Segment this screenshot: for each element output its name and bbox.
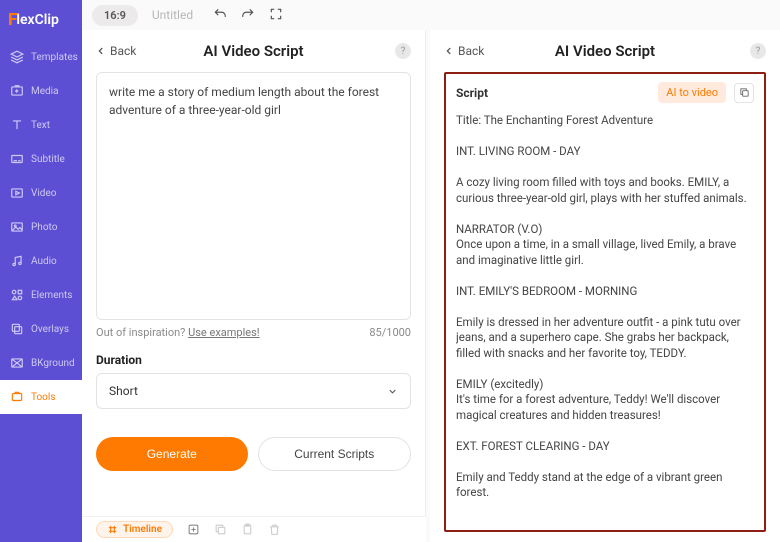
timeline-icon [107,524,118,535]
sidebar-item-label: Text [31,120,50,131]
duplicate-icon [214,523,227,536]
sidebar-item-label: Elements [31,290,72,301]
clipboard-icon [241,523,254,536]
add-scene-button[interactable] [187,523,200,536]
sidebar-item-photo[interactable]: Photo [0,210,82,244]
plus-box-icon [187,523,200,536]
timeline-button[interactable]: Timeline [96,521,173,538]
templates-icon [10,50,24,64]
back-button-right[interactable]: Back [444,44,484,58]
document-title[interactable]: Untitled [152,8,193,22]
tools-icon [10,390,24,404]
duration-value: Short [109,384,138,398]
help-button-right[interactable]: ? [750,43,766,59]
fullscreen-button[interactable] [269,7,283,24]
paste-button[interactable] [241,523,254,536]
redo-icon [241,7,255,21]
panel-title-right: AI Video Script [555,42,655,60]
delete-button[interactable] [268,523,281,536]
sidebar-item-audio[interactable]: Audio [0,244,82,278]
elements-icon [10,288,24,302]
redo-button[interactable] [241,7,255,24]
app-logo: FlexClip [0,4,82,40]
undo-button[interactable] [213,7,227,24]
sidebar-item-label: Audio [31,256,57,267]
ai-to-video-button[interactable]: AI to video [658,82,726,103]
sidebar-item-label: BKground [31,358,75,369]
sidebar-item-subtitle[interactable]: Subtitle [0,142,82,176]
back-label: Back [458,44,484,58]
media-icon [10,84,24,98]
sidebar-item-label: Photo [31,222,57,233]
panel-title-left: AI Video Script [203,42,303,60]
char-counter: 85/1000 [369,326,411,339]
chevron-left-icon [444,46,454,56]
inspiration-text: Out of inspiration? Use examples! [96,326,260,339]
sidebar-item-elements[interactable]: Elements [0,278,82,312]
timeline-label: Timeline [123,524,162,535]
sidebar-item-label: Subtitle [31,154,65,165]
back-label: Back [110,44,136,58]
video-icon [10,186,24,200]
sidebar-item-tools[interactable]: Tools [0,380,82,414]
sidebar-item-label: Overlays [31,324,69,335]
photo-icon [10,220,24,234]
subtitle-icon [10,152,24,166]
sidebar-item-templates[interactable]: Templates [0,40,82,74]
back-button-left[interactable]: Back [96,44,136,58]
sidebar-item-label: Video [31,188,56,199]
chevron-left-icon [96,46,106,56]
use-examples-link[interactable]: Use examples! [188,326,260,339]
current-scripts-button[interactable]: Current Scripts [258,437,412,471]
sidebar-item-overlays[interactable]: Overlays [0,312,82,346]
duration-select[interactable]: Short [96,373,411,409]
background-icon [10,356,24,370]
sidebar-item-text[interactable]: Text [0,108,82,142]
aspect-ratio-pill[interactable]: 16:9 [92,5,138,26]
sidebar-item-video[interactable]: Video [0,176,82,210]
overlays-icon [10,322,24,336]
logo-rest: lexClip [16,12,59,28]
copy-button[interactable] [734,83,754,103]
script-output: Script AI to video Title: The Enchanting… [444,72,766,532]
sidebar-item-label: Tools [31,392,55,403]
help-button-left[interactable]: ? [395,43,411,59]
fullscreen-icon [269,7,283,21]
sidebar: FlexClip Templates Media Text Subtitle V… [0,0,82,542]
trash-icon [268,523,281,536]
duplicate-button[interactable] [214,523,227,536]
generate-button[interactable]: Generate [96,437,248,471]
audio-icon [10,254,24,268]
bottom-strip: Timeline [82,516,426,542]
text-icon [10,118,24,132]
sidebar-item-media[interactable]: Media [0,74,82,108]
copy-icon [739,87,750,98]
chevron-down-icon [387,386,398,397]
duration-label: Duration [96,353,411,367]
sidebar-item-bkground[interactable]: BKground [0,346,82,380]
undo-icon [213,7,227,21]
right-panel: Back AI Video Script ? Script AI to vide… [430,30,780,542]
left-panel: Back AI Video Script ? Out of inspiratio… [82,30,426,542]
prompt-input[interactable] [96,72,411,320]
script-heading: Script [456,86,650,100]
script-text[interactable]: Title: The Enchanting Forest Adventure I… [456,113,754,520]
topbar: 16:9 Untitled [82,0,780,30]
sidebar-item-label: Media [31,86,59,97]
sidebar-item-label: Templates [31,52,78,63]
